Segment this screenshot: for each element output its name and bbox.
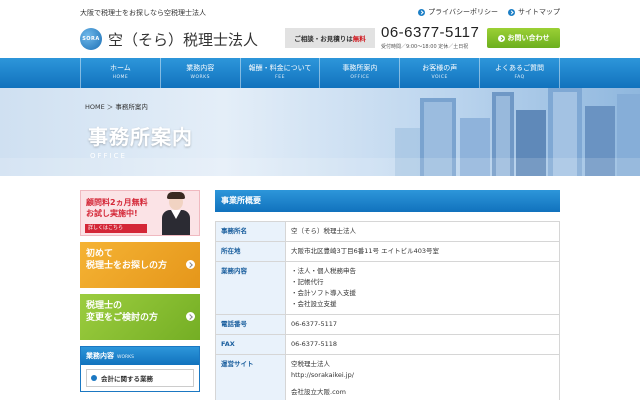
nav-item-voice[interactable]: お客様の声 VOICE (399, 58, 479, 88)
banner-text: 税理士をお探しの方 (86, 261, 168, 271)
arrow-circle-icon (508, 8, 515, 16)
table-row: 運営サイト 空税理士法人 http://sorakaikei.jp/ 会社設立大… (215, 354, 560, 400)
table-row: 所在地 大阪市北区豊崎3丁目6番11号 エイトビル403号室 (215, 241, 560, 262)
site-url-link[interactable]: http://sorakaikei.jp/ (291, 370, 554, 381)
sitemap-label: サイトマップ (518, 8, 560, 16)
nav-label: ホーム (110, 64, 131, 72)
privacy-policy-link[interactable]: プライバシーポリシー (418, 7, 498, 17)
table-row: 事務所名 空（そら）税理士法人 (215, 221, 560, 242)
site-logo[interactable]: SORA 空（そら）税理士法人 (80, 28, 258, 50)
utility-links: プライバシーポリシー サイトマップ (418, 7, 560, 17)
row-value: 06-6377-5118 (285, 334, 560, 355)
table-row: 電話番号 06-6377-5117 (215, 314, 560, 335)
nav-sublabel: FEE (275, 75, 285, 80)
section-title: 事業所概要 (215, 190, 560, 212)
works-menu-item-label: 会計に関する業務 (101, 375, 153, 383)
first-time-banner[interactable]: 初めて 税理士をお探しの方 (80, 242, 200, 288)
arrow-circle-icon (418, 8, 426, 16)
table-row: FAX 06-6377-5118 (215, 334, 560, 355)
page-title: 事務所案内 (88, 125, 193, 149)
breadcrumb[interactable]: HOME ＞ 事務所案内 (85, 101, 148, 111)
logo-mark-icon: SORA (80, 28, 102, 50)
nav-label: 報酬・料金について (248, 64, 312, 72)
row-label: 業務内容 (215, 261, 286, 315)
nav-sublabel: FAQ (514, 75, 525, 80)
row-value: ・法人・個人税務申告 ・記帳代行 ・会計ソフト導入支援 ・会社設立支援 (285, 261, 560, 315)
consult-free-text: 無料 (352, 35, 366, 43)
nav-sublabel: WORKS (190, 75, 210, 80)
nav-item-faq[interactable]: よくあるご質問 FAQ (479, 58, 560, 88)
banner-text: 変更をご検討の方 (86, 313, 159, 323)
list-item: ・会計ソフト導入支援 (291, 289, 356, 297)
row-label: 所在地 (215, 241, 286, 262)
nav-item-home[interactable]: ホーム HOME (80, 58, 160, 88)
global-nav: ホーム HOME 業務内容 WORKS 報酬・料金について FEE 事務所案内 OFFI… (0, 58, 640, 88)
works-menu-item-box: 会計に関する業務 (86, 369, 194, 387)
list-item: ・法人・個人税務申告 (291, 267, 356, 275)
site-name: 空税理士法人 (291, 360, 330, 368)
row-label: 運営サイト (215, 354, 286, 400)
row-value: 大阪市北区豊崎3丁目6番11号 エイトビル403号室 (285, 241, 560, 262)
contact-button[interactable]: お問い合わせ (487, 28, 560, 48)
nav-sublabel: VOICE (431, 75, 448, 80)
works-menu-title: 業務内容 (86, 352, 114, 360)
business-hours: 受付時間／9:00〜18:00 定休／土日祝 (381, 44, 469, 50)
site-name[interactable]: 会社設立大阪.com (291, 387, 554, 398)
sitemap-link[interactable]: サイトマップ (508, 7, 560, 17)
bullet-icon (91, 375, 97, 381)
banner-text: 税理士の (86, 301, 123, 311)
arrow-circle-icon (186, 260, 195, 269)
nav-label: 事務所案内 (342, 64, 378, 72)
office-info-table: 事務所名 空（そら）税理士法人 所在地 大阪市北区豊崎3丁目6番11号 エイトビ… (215, 221, 560, 400)
site-header: 大阪で税理士をお探しなら空税理士法人 プライバシーポリシー サイトマップ SOR… (0, 0, 640, 58)
nav-label: よくあるご質問 (495, 64, 545, 72)
row-label: 電話番号 (215, 314, 286, 335)
page-subtitle: OFFICE (90, 152, 127, 160)
nav-label: 業務内容 (186, 64, 215, 72)
works-menu-title-en: WORKS (117, 355, 134, 360)
main-content: 事業所概要 事務所名 空（そら）税理士法人 所在地 大阪市北区豊崎3丁目6番11… (215, 190, 560, 400)
phone-number[interactable]: 06-6377-5117 (381, 24, 479, 41)
nav-item-office[interactable]: 事務所案内 OFFICE (319, 58, 399, 88)
row-value: 空（そら）税理士法人 (285, 221, 560, 242)
site-tagline: 大阪で税理士をお探しなら空税理士法人 (80, 9, 206, 17)
list-item: ・会社設立支援 (291, 300, 337, 308)
nav-label: お客様の声 (422, 64, 458, 72)
nav-item-works[interactable]: 業務内容 WORKS (159, 58, 240, 88)
nav-sublabel: HOME (112, 75, 129, 80)
banner-text: 顧問料2ヵ月無料 (86, 198, 148, 207)
free-trial-banner[interactable]: 顧問料2ヵ月無料 お試し実施中! 詳しくはこちら (80, 190, 200, 236)
works-menu-header: 業務内容 WORKS (81, 347, 199, 365)
row-label: 事務所名 (215, 221, 286, 242)
nav-sublabel: OFFICE (350, 75, 370, 80)
banner-more-link[interactable]: 詳しくはこちら (85, 224, 147, 233)
contact-button-label: お問い合わせ (507, 34, 550, 42)
works-menu: 業務内容 WORKS 会計に関する業務 (80, 346, 200, 392)
row-value: 空税理士法人 http://sorakaikei.jp/ 会社設立大阪.com (285, 354, 560, 400)
banner-text: お試し実施中! (86, 209, 138, 218)
page-hero: HOME ＞ 事務所案内 事務所案内 OFFICE (0, 88, 640, 176)
nav-item-fee[interactable]: 報酬・料金について FEE (239, 58, 320, 88)
row-value: 06-6377-5117 (285, 314, 560, 335)
service-list: ・法人・個人税務申告 ・記帳代行 ・会計ソフト導入支援 ・会社設立支援 (291, 266, 554, 310)
free-consultation-badge: ご相談・お見積りは 無料 (285, 28, 375, 48)
staff-photo (159, 191, 193, 235)
list-item: ・記帳代行 (291, 278, 324, 286)
arrow-circle-icon (186, 312, 195, 321)
sidebar: 顧問料2ヵ月無料 お試し実施中! 詳しくはこちら 初めて 税理士をお探しの方 税… (80, 190, 200, 392)
table-row: 業務内容 ・法人・個人税務申告 ・記帳代行 ・会計ソフト導入支援 ・会社設立支援 (215, 261, 560, 315)
banner-text: 初めて (86, 249, 114, 259)
arrow-circle-icon (497, 34, 505, 42)
works-menu-item-accounting[interactable]: 会計に関する業務 (81, 365, 199, 391)
row-label: FAX (215, 334, 286, 355)
privacy-policy-label: プライバシーポリシー (428, 8, 498, 16)
logo-text: 空（そら）税理士法人 (108, 30, 259, 49)
switch-accountant-banner[interactable]: 税理士の 変更をご検討の方 (80, 294, 200, 340)
consult-text: ご相談・お見積りは (294, 35, 353, 43)
